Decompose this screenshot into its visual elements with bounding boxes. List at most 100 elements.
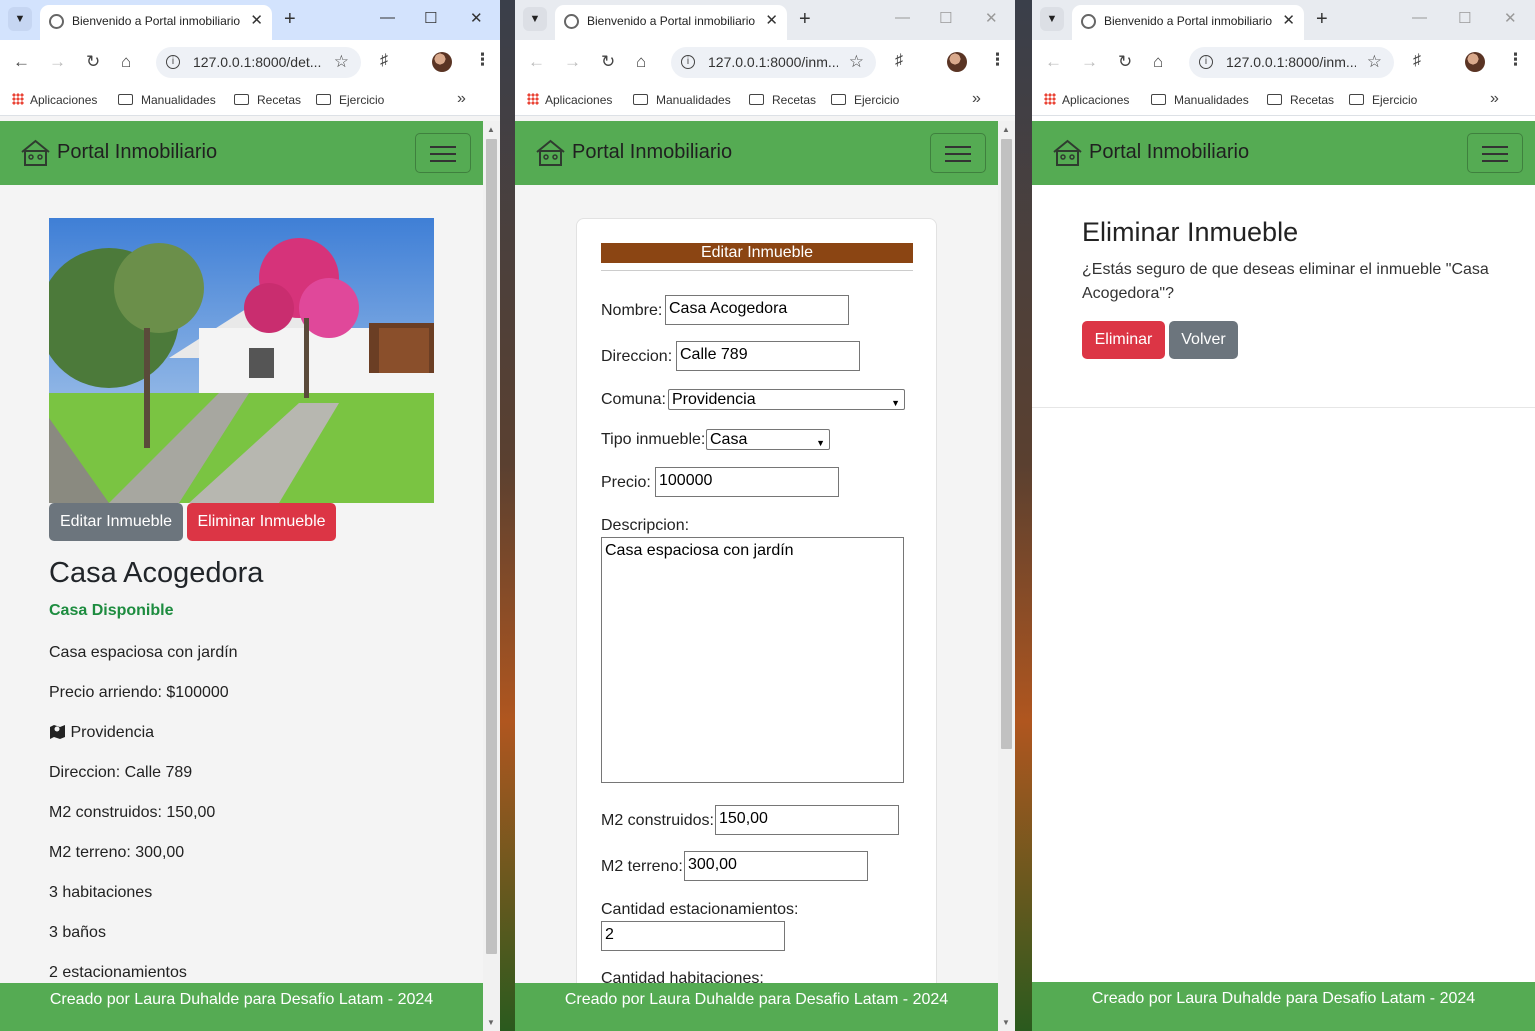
property-description: Casa espaciosa con jardín bbox=[49, 644, 238, 661]
house-icon[interactable] bbox=[1052, 139, 1083, 167]
close-tab-icon[interactable]: ✕ bbox=[765, 11, 778, 29]
browser-tab[interactable]: Bienvenido a Portal inmobiliario ✕ bbox=[555, 5, 787, 40]
back-icon[interactable]: ← bbox=[528, 52, 545, 72]
maximize-button[interactable]: ☐ bbox=[424, 9, 437, 27]
delete-property-button[interactable]: Eliminar Inmueble bbox=[187, 503, 336, 541]
new-tab-button[interactable]: + bbox=[1316, 8, 1328, 31]
new-tab-button[interactable]: + bbox=[284, 8, 296, 31]
site-brand[interactable]: Portal Inmobiliario bbox=[1089, 141, 1249, 164]
new-tab-button[interactable]: + bbox=[799, 8, 811, 31]
bookmark-folder[interactable]: Ejercicio bbox=[831, 93, 899, 107]
address-bar[interactable]: i 127.0.0.1:8000/inm... ☆ bbox=[1189, 47, 1394, 78]
browser-menu-icon[interactable]: ⋮ bbox=[989, 50, 1006, 70]
back-icon[interactable]: ← bbox=[13, 52, 30, 72]
close-window-button[interactable]: ✕ bbox=[985, 9, 998, 27]
m2-terreno-input[interactable]: 300,00 bbox=[684, 851, 868, 881]
back-button[interactable]: Volver bbox=[1169, 321, 1238, 359]
scroll-down-icon[interactable]: ▼ bbox=[487, 1018, 495, 1027]
bookmark-star-icon[interactable]: ☆ bbox=[849, 52, 864, 72]
close-window-button[interactable]: ✕ bbox=[1504, 9, 1517, 27]
tab-search-button[interactable]: ▼ bbox=[523, 7, 547, 31]
home-icon[interactable]: ⌂ bbox=[1153, 52, 1163, 72]
bookmark-apps[interactable]: Aplicaciones bbox=[527, 93, 612, 107]
map-icon bbox=[50, 725, 65, 739]
reload-icon[interactable]: ↻ bbox=[601, 52, 615, 72]
site-brand[interactable]: Portal Inmobiliario bbox=[572, 141, 732, 164]
back-icon[interactable]: ← bbox=[1045, 52, 1062, 72]
reload-icon[interactable]: ↻ bbox=[86, 52, 100, 72]
address-bar[interactable]: i 127.0.0.1:8000/inm... ☆ bbox=[671, 47, 876, 78]
forward-icon[interactable]: → bbox=[1081, 52, 1098, 72]
confirm-delete-button[interactable]: Eliminar bbox=[1082, 321, 1165, 359]
descripcion-textarea[interactable]: Casa espaciosa con jardín bbox=[601, 537, 904, 783]
minimize-button[interactable]: — bbox=[1412, 9, 1427, 26]
profile-avatar[interactable] bbox=[432, 52, 452, 72]
minimize-button[interactable]: — bbox=[380, 9, 395, 26]
precio-input[interactable]: 100000 bbox=[655, 467, 839, 497]
browser-tab[interactable]: Bienvenido a Portal inmobiliario ✕ bbox=[1072, 5, 1304, 40]
navbar-toggle-button[interactable] bbox=[1467, 133, 1523, 173]
home-icon[interactable]: ⌂ bbox=[121, 52, 131, 72]
site-info-icon[interactable]: i bbox=[681, 55, 695, 69]
minimize-button[interactable]: — bbox=[895, 9, 910, 26]
m2-construidos-input[interactable]: 150,00 bbox=[715, 805, 899, 835]
home-icon[interactable]: ⌂ bbox=[636, 52, 646, 72]
estacionamientos-input[interactable]: 2 bbox=[601, 921, 785, 951]
extensions-icon[interactable]: ♯ bbox=[895, 52, 903, 70]
browser-menu-icon[interactable]: ⋮ bbox=[1507, 50, 1524, 70]
bookmark-folder[interactable]: Ejercicio bbox=[316, 93, 384, 107]
profile-avatar[interactable] bbox=[1465, 52, 1485, 72]
navbar-toggle-button[interactable] bbox=[930, 133, 986, 173]
bookmark-folder[interactable]: Manualidades bbox=[633, 93, 731, 107]
bookmark-apps[interactable]: Aplicaciones bbox=[1044, 93, 1129, 107]
edit-property-button[interactable]: Editar Inmueble bbox=[49, 503, 183, 541]
profile-avatar[interactable] bbox=[947, 52, 967, 72]
nombre-input[interactable]: Casa Acogedora bbox=[665, 295, 849, 325]
close-window-button[interactable]: ✕ bbox=[470, 9, 483, 27]
scroll-thumb[interactable] bbox=[1001, 139, 1012, 749]
extensions-icon[interactable]: ♯ bbox=[380, 52, 388, 70]
more-bookmarks-icon[interactable]: » bbox=[457, 90, 466, 108]
tipo-select[interactable]: Casa ▼ bbox=[706, 429, 830, 450]
scroll-down-icon[interactable]: ▼ bbox=[1002, 1018, 1010, 1027]
bookmark-folder[interactable]: Recetas bbox=[749, 93, 816, 107]
forward-icon[interactable]: → bbox=[564, 52, 581, 72]
tab-search-button[interactable]: ▼ bbox=[8, 7, 32, 31]
browser-menu-icon[interactable]: ⋮ bbox=[474, 50, 491, 70]
site-info-icon[interactable]: i bbox=[1199, 55, 1213, 69]
scroll-thumb[interactable] bbox=[486, 139, 497, 954]
maximize-button[interactable]: ☐ bbox=[1458, 9, 1471, 27]
scroll-up-icon[interactable]: ▲ bbox=[1002, 125, 1010, 134]
maximize-button[interactable]: ☐ bbox=[939, 9, 952, 27]
apps-grid-icon bbox=[527, 93, 539, 105]
browser-tab[interactable]: Bienvenido a Portal inmobiliario ✕ bbox=[40, 5, 272, 40]
address-bar[interactable]: i 127.0.0.1:8000/det... ☆ bbox=[156, 47, 361, 78]
site-brand[interactable]: Portal Inmobiliario bbox=[57, 141, 217, 164]
bookmark-apps[interactable]: Aplicaciones bbox=[12, 93, 97, 107]
tab-search-button[interactable]: ▼ bbox=[1040, 7, 1064, 31]
reload-icon[interactable]: ↻ bbox=[1118, 52, 1132, 72]
bookmark-folder[interactable]: Manualidades bbox=[1151, 93, 1249, 107]
direccion-input[interactable]: Calle 789 bbox=[676, 341, 860, 371]
bookmark-star-icon[interactable]: ☆ bbox=[1367, 52, 1382, 72]
site-info-icon[interactable]: i bbox=[166, 55, 180, 69]
bookmark-star-icon[interactable]: ☆ bbox=[334, 52, 349, 72]
more-bookmarks-icon[interactable]: » bbox=[972, 90, 981, 108]
more-bookmarks-icon[interactable]: » bbox=[1490, 90, 1499, 108]
close-tab-icon[interactable]: ✕ bbox=[250, 11, 263, 29]
extensions-icon[interactable]: ♯ bbox=[1413, 52, 1421, 70]
page-scrollbar[interactable]: ▲ ▼ bbox=[998, 121, 1015, 1031]
bookmark-folder[interactable]: Ejercicio bbox=[1349, 93, 1417, 107]
url-text: 127.0.0.1:8000/det... bbox=[193, 54, 322, 70]
bookmark-folder[interactable]: Recetas bbox=[234, 93, 301, 107]
house-icon[interactable] bbox=[535, 139, 566, 167]
comuna-select[interactable]: Providencia ▼ bbox=[668, 389, 905, 410]
scroll-up-icon[interactable]: ▲ bbox=[487, 125, 495, 134]
bookmark-folder[interactable]: Recetas bbox=[1267, 93, 1334, 107]
navbar-toggle-button[interactable] bbox=[415, 133, 471, 173]
house-icon[interactable] bbox=[20, 139, 51, 167]
close-tab-icon[interactable]: ✕ bbox=[1282, 11, 1295, 29]
page-scrollbar[interactable]: ▲ ▼ bbox=[483, 121, 500, 1031]
bookmark-folder[interactable]: Manualidades bbox=[118, 93, 216, 107]
forward-icon[interactable]: → bbox=[49, 52, 66, 72]
